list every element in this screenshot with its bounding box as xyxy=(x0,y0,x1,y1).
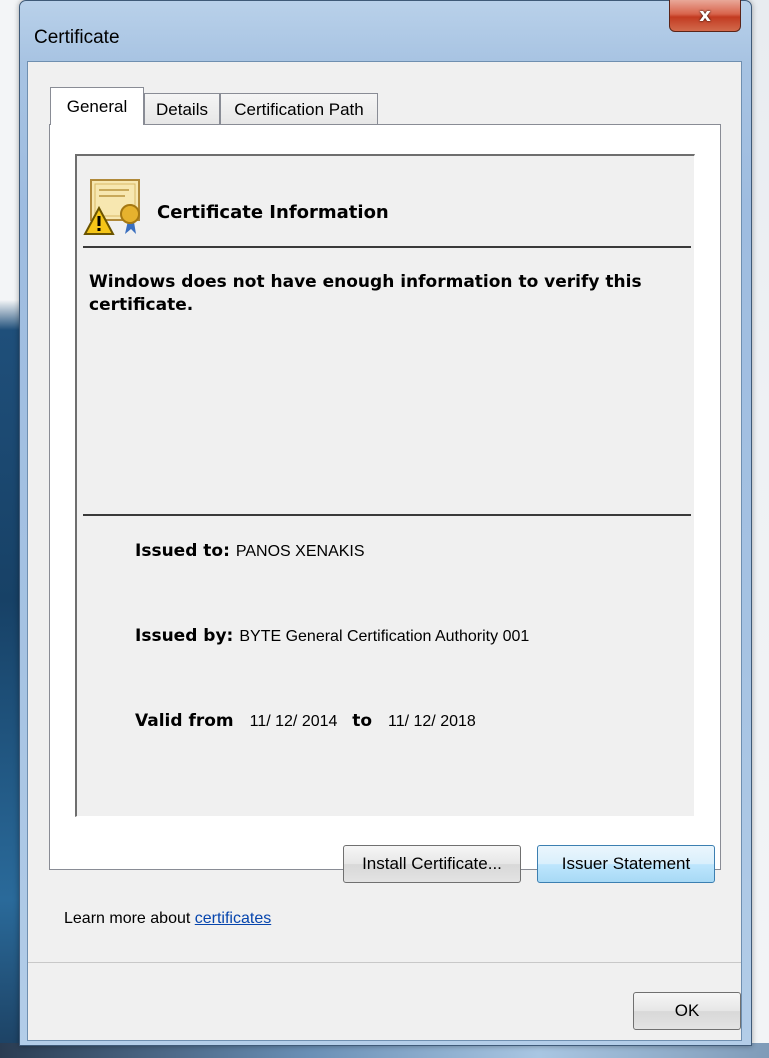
close-button[interactable]: x xyxy=(669,0,741,32)
certificate-warning-icon xyxy=(83,179,140,235)
title-bar[interactable]: Certificate x xyxy=(20,0,751,61)
certificate-dialog: Certificate x General Details Certificat… xyxy=(19,0,752,1046)
general-tab-panel: Certificate Information Windows does not… xyxy=(49,124,721,870)
divider-middle xyxy=(83,514,691,516)
issued-by-value: BYTE General Certification Authority 001 xyxy=(239,628,530,645)
certificate-info-title: Certificate Information xyxy=(157,202,389,223)
valid-to-value: 11/ 12/ 2018 xyxy=(388,713,476,730)
learn-more-text: Learn more about certificates xyxy=(64,910,271,928)
ok-button[interactable]: OK xyxy=(633,992,741,1030)
footer-separator xyxy=(28,962,741,963)
tab-details-label: Details xyxy=(156,99,208,119)
desktop-background-right xyxy=(750,0,769,1058)
verification-warning-text: Windows does not have enough information… xyxy=(89,272,642,315)
issued-by-label: Issued by: xyxy=(135,626,234,646)
issuer-statement-button[interactable]: Issuer Statement xyxy=(537,845,715,883)
certificates-link[interactable]: certificates xyxy=(195,910,271,927)
valid-to-label: to xyxy=(352,711,372,731)
issued-to-label: Issued to: xyxy=(135,541,230,561)
learn-more-prefix: Learn more about xyxy=(64,910,195,927)
install-certificate-button[interactable]: Install Certificate... xyxy=(343,845,521,883)
tab-general-label: General xyxy=(66,96,128,116)
tab-details[interactable]: Details xyxy=(144,93,220,125)
dialog-client-area: General Details Certification Path Certi… xyxy=(27,61,742,1041)
validity-row: Valid from 11/ 12/ 2014 to 11/ 12/ 2018 xyxy=(135,711,476,731)
tab-certification-path[interactable]: Certification Path xyxy=(220,93,378,125)
certificate-info-box: Certificate Information Windows does not… xyxy=(75,154,695,817)
tab-general[interactable]: General xyxy=(50,87,144,125)
issued-to-row: Issued to: PANOS XENAKIS xyxy=(135,541,365,561)
close-icon: x xyxy=(699,5,711,26)
tab-certification-path-label: Certification Path xyxy=(234,99,364,119)
issued-to-value: PANOS XENAKIS xyxy=(235,543,365,560)
valid-from-value: 11/ 12/ 2014 xyxy=(249,713,338,730)
divider-top xyxy=(83,246,691,248)
issued-by-row: Issued by: BYTE General Certification Aut… xyxy=(135,626,529,646)
window-title: Certificate xyxy=(34,27,120,48)
valid-from-label: Valid from xyxy=(135,711,234,731)
